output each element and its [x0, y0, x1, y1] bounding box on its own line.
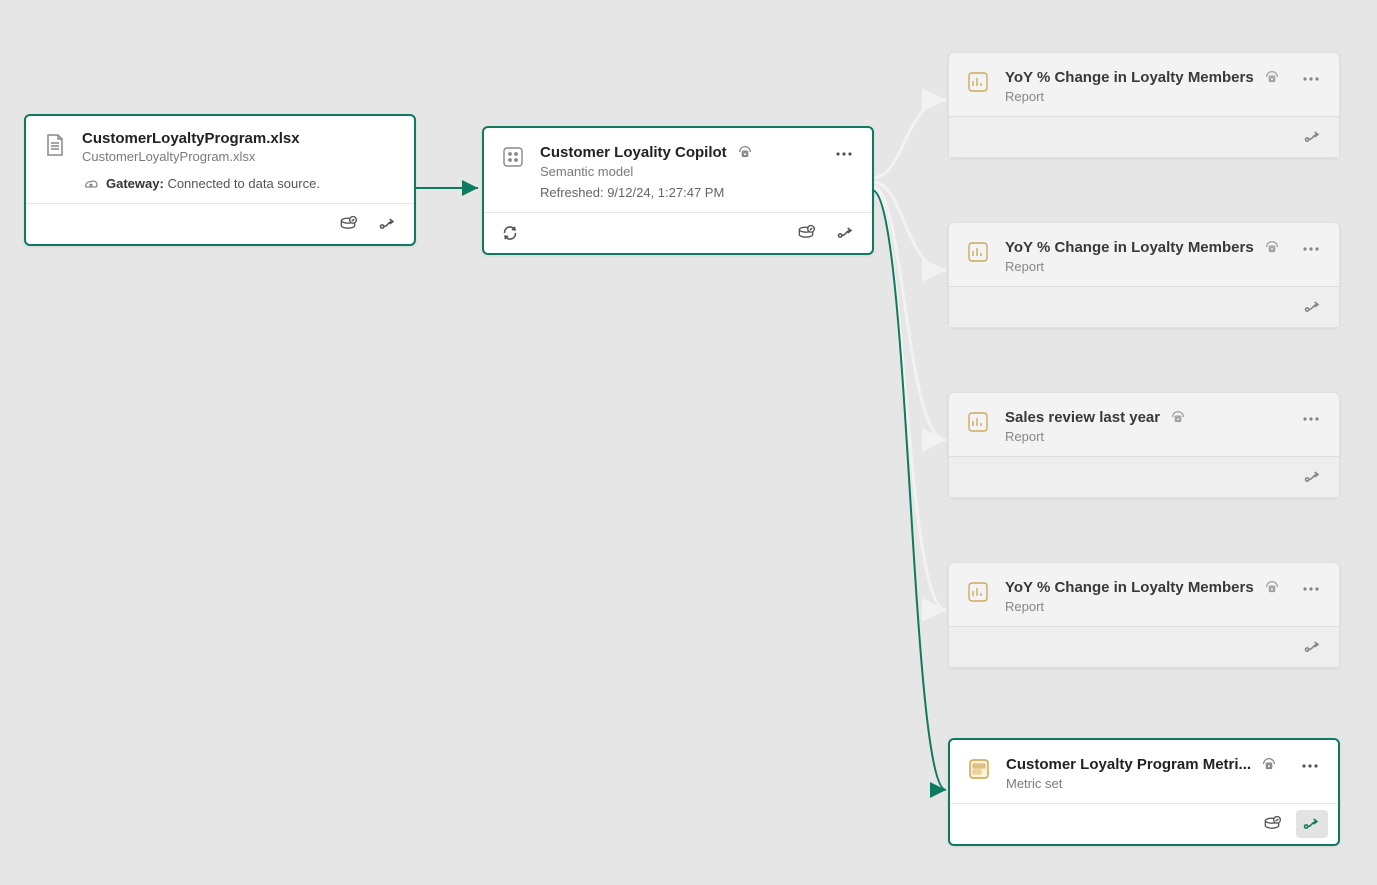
- lineage-node-report[interactable]: YoY % Change in Loyalty Members Report: [948, 222, 1340, 328]
- report-icon: [965, 579, 991, 605]
- refresh-icon[interactable]: [494, 219, 526, 247]
- show-lineage-icon[interactable]: [830, 219, 862, 247]
- lineage-node-file[interactable]: CustomerLoyaltyProgram.xlsx CustomerLoya…: [24, 114, 416, 246]
- node-subtitle: Metric set: [1006, 776, 1284, 791]
- lineage-node-metric-set[interactable]: Customer Loyalty Program Metri... Metric…: [948, 738, 1340, 846]
- show-lineage-icon[interactable]: [372, 210, 404, 238]
- impact-analysis-icon[interactable]: [1256, 810, 1288, 838]
- refreshed-text: Refreshed: 9/12/24, 1:27:47 PM: [540, 185, 818, 200]
- node-title: Customer Loyalty Program Metri...: [1006, 756, 1251, 773]
- lineage-node-report[interactable]: YoY % Change in Loyalty Members Report: [948, 52, 1340, 158]
- lineage-node-semantic-model[interactable]: Customer Loyality Copilot Semantic model…: [482, 126, 874, 255]
- impact-analysis-icon[interactable]: [790, 219, 822, 247]
- semantic-model-icon: [500, 144, 526, 170]
- show-lineage-icon[interactable]: [1297, 123, 1329, 151]
- more-options-button[interactable]: [1299, 577, 1323, 601]
- gateway-status: Gateway: Connected to data source.: [82, 176, 398, 191]
- impact-analysis-icon[interactable]: [332, 210, 364, 238]
- file-icon: [42, 132, 68, 158]
- node-title: Customer Loyality Copilot: [540, 144, 727, 161]
- lock-icon: [1259, 754, 1279, 774]
- more-options-button[interactable]: [832, 142, 856, 166]
- show-lineage-icon[interactable]: [1297, 463, 1329, 491]
- show-lineage-icon[interactable]: [1296, 810, 1328, 838]
- lock-icon: [1262, 237, 1282, 257]
- node-subtitle: Report: [1005, 599, 1285, 614]
- lineage-node-report[interactable]: YoY % Change in Loyalty Members Report: [948, 562, 1340, 668]
- lock-icon: [735, 142, 755, 162]
- node-subtitle: Report: [1005, 259, 1285, 274]
- node-subtitle: Semantic model: [540, 164, 818, 179]
- more-options-button[interactable]: [1299, 237, 1323, 261]
- report-icon: [965, 69, 991, 95]
- node-subtitle: CustomerLoyaltyProgram.xlsx: [82, 149, 398, 164]
- show-lineage-icon[interactable]: [1297, 293, 1329, 321]
- node-subtitle: Report: [1005, 429, 1285, 444]
- lineage-node-report[interactable]: Sales review last year Report: [948, 392, 1340, 498]
- metric-set-icon: [966, 756, 992, 782]
- more-options-button[interactable]: [1298, 754, 1322, 778]
- more-options-button[interactable]: [1299, 407, 1323, 431]
- node-subtitle: Report: [1005, 89, 1285, 104]
- node-title: YoY % Change in Loyalty Members: [1005, 239, 1254, 256]
- more-options-button[interactable]: [1299, 67, 1323, 91]
- node-title: CustomerLoyaltyProgram.xlsx: [82, 130, 300, 147]
- show-lineage-icon[interactable]: [1297, 633, 1329, 661]
- lock-icon: [1262, 577, 1282, 597]
- report-icon: [965, 409, 991, 435]
- report-icon: [965, 239, 991, 265]
- node-title: YoY % Change in Loyalty Members: [1005, 69, 1254, 86]
- lock-icon: [1168, 407, 1188, 427]
- lock-icon: [1262, 67, 1282, 87]
- node-title: YoY % Change in Loyalty Members: [1005, 579, 1254, 596]
- node-title: Sales review last year: [1005, 409, 1160, 426]
